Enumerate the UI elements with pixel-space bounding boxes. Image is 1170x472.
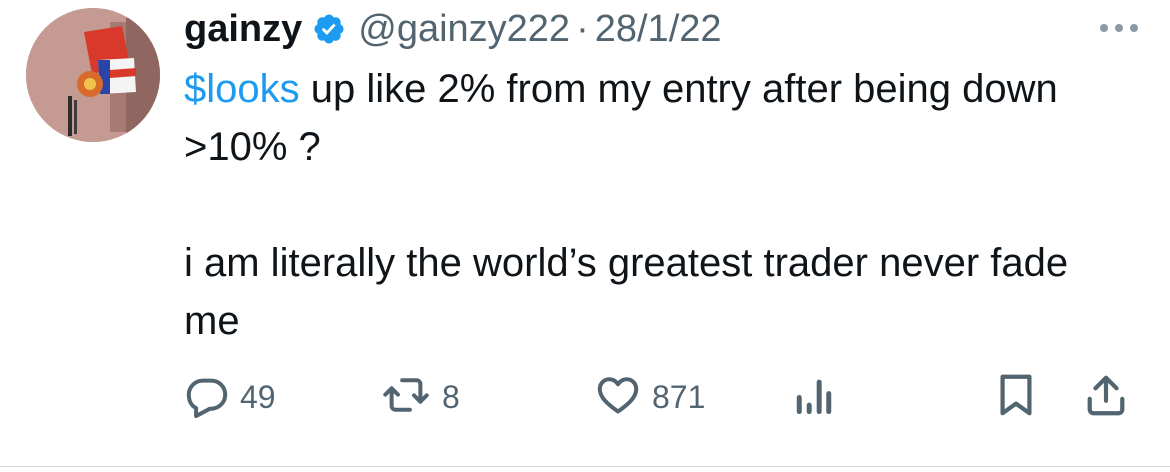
action-bar: 49 8 871 [184, 370, 1144, 424]
retweet-count: 8 [442, 378, 460, 415]
retweet-icon [380, 372, 432, 423]
bookmark-button[interactable] [996, 370, 1036, 424]
reply-count: 49 [240, 378, 276, 415]
reply-icon [184, 372, 230, 423]
share-icon [1084, 372, 1128, 423]
tweet-header: gainzy @gainzy222 · 28/1/22 [184, 6, 722, 52]
views-chart-icon [794, 372, 834, 423]
like-count: 871 [652, 378, 706, 415]
tweet-body: up like 2% from my entry after being dow… [184, 67, 1069, 343]
separator-dot: · [576, 7, 589, 50]
views-button[interactable] [794, 370, 834, 424]
avatar[interactable] [26, 8, 160, 142]
divider [0, 466, 1170, 467]
tweet-date[interactable]: 28/1/22 [595, 8, 722, 51]
user-handle[interactable]: @gainzy222 [358, 8, 570, 51]
cashtag-link[interactable]: $looks [184, 67, 300, 111]
retweet-button[interactable]: 8 [380, 370, 460, 424]
reply-button[interactable]: 49 [184, 370, 276, 424]
tweet-card[interactable]: gainzy @gainzy222 · 28/1/22 $looks up li… [0, 0, 1170, 472]
share-button[interactable] [1084, 370, 1128, 424]
display-name[interactable]: gainzy [184, 8, 302, 51]
more-icon[interactable] [1096, 18, 1142, 38]
bookmark-icon [996, 372, 1036, 423]
heart-icon [594, 372, 642, 423]
verified-badge-icon [312, 12, 346, 46]
tweet-text: $looks up like 2% from my entry after be… [184, 60, 1124, 350]
like-button[interactable]: 871 [594, 370, 705, 424]
